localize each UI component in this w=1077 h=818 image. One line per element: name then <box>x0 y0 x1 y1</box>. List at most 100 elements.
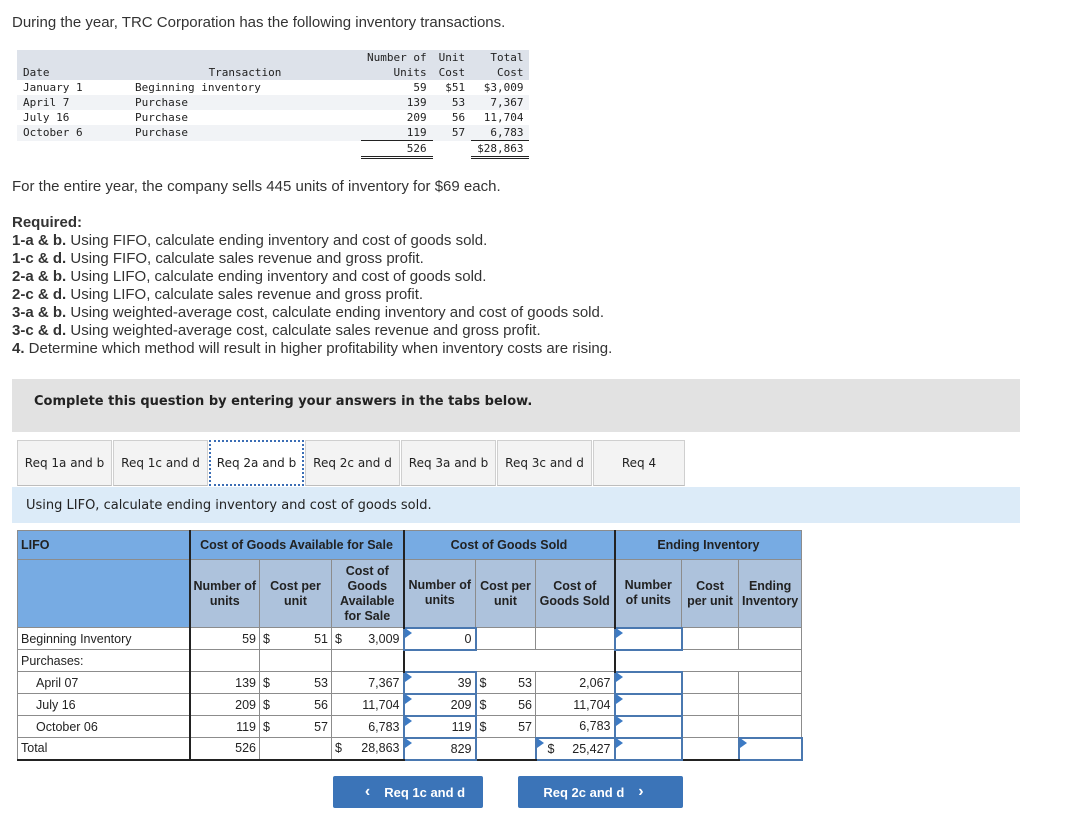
avail-units: 119 <box>188 715 260 738</box>
cogs-total-input[interactable]: $25,427 <box>534 736 616 761</box>
end-units-input[interactable] <box>613 692 683 717</box>
chevron-left-icon: ‹ <box>364 783 371 800</box>
end-units-input[interactable] <box>613 714 683 739</box>
cogs-cost: $56 <box>475 693 536 716</box>
cogs-units-input[interactable]: 39 <box>402 670 477 695</box>
group-header-ending: Ending Inventory <box>613 530 803 560</box>
col-total-cost-bottom: Cost <box>496 66 524 79</box>
row-transaction: Purchase <box>135 111 188 124</box>
row-date: January 1 <box>23 81 83 94</box>
tab-req-3c-d[interactable]: Req 3c and d <box>497 440 592 486</box>
lifo-worksheet: LIFO Cost of Goods Available for Sale Co… <box>17 530 803 761</box>
end-total <box>737 671 803 694</box>
currency-sign: $ <box>263 719 270 734</box>
tab-req-2a-b[interactable]: Req 2a and b <box>209 440 304 486</box>
required-item-text: Using weighted-average cost, calculate e… <box>66 304 605 321</box>
chevron-right-icon: › <box>638 783 644 800</box>
col-unit-cost-top: Unit <box>438 51 466 64</box>
row-unit-cost: 56 <box>451 111 466 124</box>
avail-total: 7,367 <box>331 671 404 694</box>
cogs-total: 2,067 <box>535 671 615 694</box>
value: 57 <box>314 719 328 734</box>
end-units-total-input[interactable] <box>613 736 683 761</box>
row-purchase: April 07 139 $53 7,367 39 $53 2,067 <box>17 670 803 695</box>
end-total <box>737 627 803 650</box>
hdr-end-cost: Cost per unit <box>681 559 739 628</box>
tab-req-1a-b[interactable]: Req 1a and b <box>17 440 112 486</box>
end-units-input[interactable] <box>613 626 683 651</box>
cogs-units-input[interactable]: 209 <box>402 692 477 717</box>
intro-text: During the year, TRC Corporation has the… <box>12 14 506 31</box>
currency-sign: $ <box>547 741 555 756</box>
cogs-units-input[interactable]: 119 <box>402 714 477 739</box>
row-total-cost: 6,783 <box>471 125 530 141</box>
required-item-label: 3-a & b. <box>12 304 67 321</box>
method-label: LIFO <box>17 530 190 560</box>
instruction-text: Using LIFO, calculate ending inventory a… <box>26 498 432 513</box>
avail-cost: $51 <box>259 627 332 650</box>
row-label: Purchases: <box>17 649 190 672</box>
tab-req-4[interactable]: Req 4 <box>593 440 685 486</box>
end-cost <box>681 627 739 650</box>
hdr-end-total: Ending Inventory <box>737 559 803 628</box>
cogs-cost: $57 <box>475 715 536 738</box>
row-label: April 07 <box>17 671 190 694</box>
row-units: 209 <box>406 111 427 124</box>
row-label: July 16 <box>17 693 190 716</box>
end-units-input[interactable] <box>613 670 683 695</box>
required-item: 3-c & d. Using weighted-average cost, ca… <box>12 322 612 340</box>
row-units: 59 <box>413 81 427 94</box>
table-row: October 6 Purchase 119 57 6,783 <box>17 125 530 141</box>
tab-bar: Req 1a and b Req 1c and d Req 2a and b R… <box>17 440 686 486</box>
value: 51 <box>314 631 328 646</box>
row-total: Total 526 $28,863 829 $25,427 <box>17 736 803 761</box>
hdr-end-units: Number of units <box>613 559 682 628</box>
avail-units: 139 <box>188 671 260 694</box>
currency-sign: $ <box>263 675 270 690</box>
next-tab-button[interactable]: Req 2c and d › <box>518 776 683 808</box>
row-transaction: Beginning inventory <box>135 81 261 94</box>
required-item: 1-a & b. Using FIFO, calculate ending in… <box>12 232 612 250</box>
prev-tab-button[interactable]: ‹ Req 1c and d <box>333 776 483 808</box>
row-purchases-label: Purchases: <box>17 649 803 672</box>
cogs-units-input[interactable]: 0 <box>402 626 477 651</box>
hdr-avail-cost: Cost per unit <box>259 559 332 628</box>
end-cost <box>681 671 739 694</box>
avail-cost: $57 <box>259 715 332 738</box>
required-item: 2-c & d. Using LIFO, calculate sales rev… <box>12 286 612 304</box>
tab-req-1c-d[interactable]: Req 1c and d <box>113 440 208 486</box>
avail-cost <box>259 737 332 761</box>
avail-units: 209 <box>188 693 260 716</box>
blank-header <box>17 559 190 628</box>
tab-req-3a-b[interactable]: Req 3a and b <box>401 440 496 486</box>
required-item: 2-a & b. Using LIFO, calculate ending in… <box>12 268 612 286</box>
tab-req-2c-d[interactable]: Req 2c and d <box>305 440 400 486</box>
table-row: January 1 Beginning inventory 59 $51 $3,… <box>17 80 529 95</box>
row-total-cost: 7,367 <box>471 95 530 110</box>
end-cost <box>681 737 739 761</box>
required-item-text: Using FIFO, calculate ending inventory a… <box>66 232 488 249</box>
spacer <box>129 141 361 158</box>
value: 53 <box>314 675 328 690</box>
currency-sign: $ <box>479 675 487 690</box>
value: 53 <box>518 675 532 690</box>
tab-instruction: Using LIFO, calculate ending inventory a… <box>12 487 1020 523</box>
avail-total: $28,863 <box>331 737 404 761</box>
currency-sign: $ <box>263 697 270 712</box>
currency-sign: $ <box>335 631 342 646</box>
table-row: July 16 Purchase 209 56 11,704 <box>17 110 529 125</box>
required-item: 1-c & d. Using FIFO, calculate sales rev… <box>12 250 612 268</box>
ending-inventory-total-input[interactable] <box>737 736 803 761</box>
hdr-cogs-total: Cost of Goods Sold <box>535 559 615 628</box>
hdr-cogs-units: Number of units <box>402 559 476 628</box>
avail-units: 526 <box>188 737 260 761</box>
value: 3,009 <box>368 631 400 646</box>
total-cost: $28,863 <box>471 140 530 159</box>
currency-sign: $ <box>263 631 270 646</box>
total-row: 526 $28,863 <box>17 140 530 159</box>
row-date: July 16 <box>23 111 70 124</box>
cogs-units-total-input[interactable]: 829 <box>402 736 477 761</box>
row-units: 119 <box>361 125 433 141</box>
end-cost <box>681 693 739 716</box>
group-header-available: Cost of Goods Available for Sale <box>188 530 404 560</box>
